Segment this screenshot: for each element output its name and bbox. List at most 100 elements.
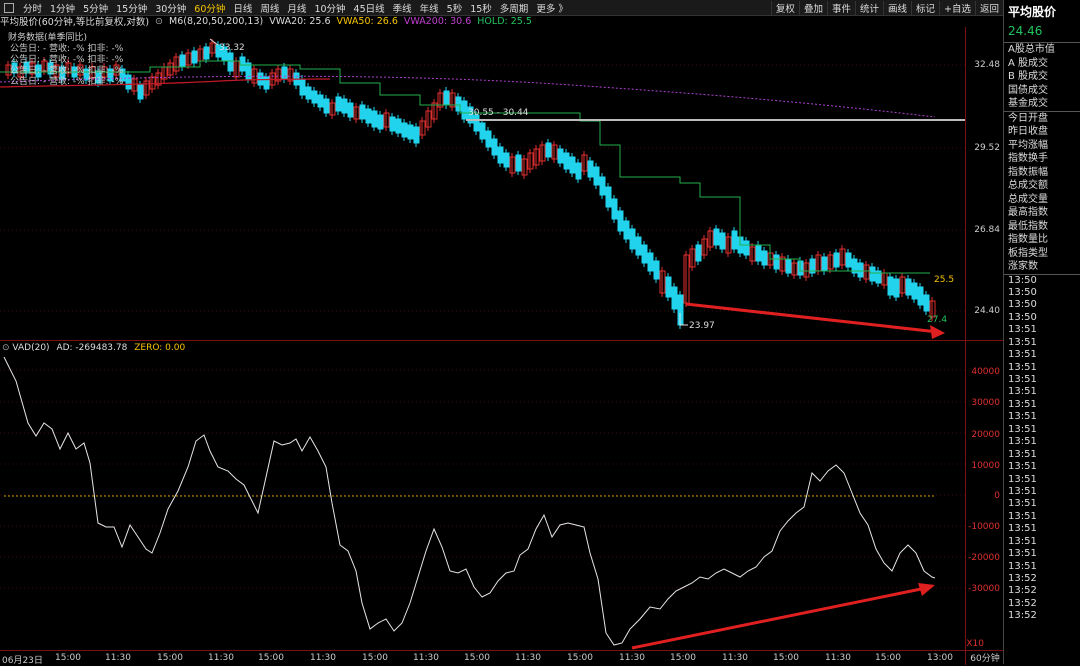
candle-body xyxy=(497,146,504,164)
hold-tag: 25.5 xyxy=(934,275,955,285)
toolbar: 分时 1分钟 5分钟 15分钟 30分钟 60分钟 日线 周线 月线 10分钟 45日线 季线 年线 5秒… xyxy=(0,0,1003,16)
financial-data-box: 财务数据(单季同比) 公告日: - 营收: -% 扣非: -% 公告日: - 营… xyxy=(8,33,124,88)
vad-legend: ⊙ VAD(20) AD: -269483.78 ZERO: 0.00 xyxy=(2,343,185,353)
time-tick: 11:30 xyxy=(515,653,541,663)
toolbar-button[interactable]: 复权 xyxy=(770,0,799,15)
vad-axis: 40000 30000 20000 10000 0 -10000 -20000 … xyxy=(965,340,1004,651)
candle-body xyxy=(413,126,420,144)
side-item[interactable]: 板指类型 xyxy=(1004,247,1080,261)
time-tick: 11:30 xyxy=(208,653,234,663)
time-tick: 15:00 xyxy=(464,653,490,663)
side-item[interactable]: 涨家数 xyxy=(1004,260,1080,274)
candle-body xyxy=(317,94,324,108)
side-item[interactable]: 总成交额 xyxy=(1004,179,1080,193)
price-tick: 24.40 xyxy=(974,306,1000,316)
toolbar-button[interactable]: 叠加 xyxy=(798,0,827,15)
timeframe-tab[interactable]: 日线 xyxy=(229,1,256,15)
timeframe-tab[interactable]: 更多 》 xyxy=(532,1,572,15)
vwa20-label: VWA20: 25.6 xyxy=(269,15,331,27)
candle-body xyxy=(821,256,828,272)
vad-line xyxy=(3,356,936,646)
timeframe-tab[interactable]: 60分钟 xyxy=(190,1,229,15)
gear-icon[interactable]: ⊙ xyxy=(155,16,163,27)
vad-chart[interactable]: ⊙ VAD(20) AD: -269483.78 ZERO: 0.00 xyxy=(0,340,965,651)
timeframe-tab[interactable]: 年线 xyxy=(416,1,443,15)
candle-body xyxy=(485,130,492,148)
candle-body xyxy=(905,278,912,296)
candle-body xyxy=(323,98,330,114)
side-item[interactable]: 基金成交 xyxy=(1004,97,1080,111)
window-menu-icon[interactable] xyxy=(4,2,14,13)
candle-body xyxy=(377,114,384,130)
candlestick-chart[interactable] xyxy=(0,27,965,340)
candle-body xyxy=(227,52,234,72)
gear-icon[interactable]: ⊙ xyxy=(2,343,10,353)
side-item[interactable]: 总成交量 xyxy=(1004,193,1080,207)
timeframe-tab[interactable]: 季线 xyxy=(389,1,416,15)
side-item[interactable]: 指数振幅 xyxy=(1004,166,1080,180)
candle-body xyxy=(557,148,564,164)
period-label: 60分钟 xyxy=(965,650,1004,665)
toolbar-button[interactable]: 标记 xyxy=(911,0,939,15)
side-time: 13:51 xyxy=(1008,510,1037,522)
timeframe-tab[interactable]: 5秒 xyxy=(443,1,467,15)
timeframe-tab[interactable]: 分时 xyxy=(19,1,46,15)
timeframe-tab[interactable]: 30分钟 xyxy=(151,1,190,15)
candle-body xyxy=(569,156,576,174)
side-time: 13:51 xyxy=(1008,485,1037,497)
vad-line-chart[interactable] xyxy=(0,341,965,651)
side-item[interactable]: 指数换手 xyxy=(1004,152,1080,166)
toolbar-button[interactable]: 事件 xyxy=(826,0,855,15)
candle-body xyxy=(311,90,318,104)
toolbar-button[interactable]: 返回 xyxy=(974,0,1003,15)
side-item[interactable]: 今日开盘 xyxy=(1004,112,1080,126)
side-item[interactable]: 最低指数 xyxy=(1004,220,1080,234)
financial-row: 公告日: - 营收: -% 扣非: -% xyxy=(10,66,124,76)
toolbar-button[interactable]: 画线 xyxy=(882,0,911,15)
toolbar-button[interactable]: 统计 xyxy=(854,0,883,15)
candle-body xyxy=(401,122,408,138)
timeframe-tab[interactable]: 5分钟 xyxy=(79,1,112,15)
candle-body xyxy=(281,66,288,80)
vad-unit: X10 xyxy=(966,639,984,649)
trend-arrow-line xyxy=(685,302,939,334)
high-annotation: 33.32 xyxy=(219,43,245,53)
candle-body xyxy=(755,244,762,262)
side-item[interactable]: 国债成交 xyxy=(1004,84,1080,98)
side-time: 13:51 xyxy=(1008,374,1037,385)
side-item[interactable]: 最高指数 xyxy=(1004,206,1080,220)
candle-body xyxy=(407,124,414,140)
vad-ad: AD: -269483.78 xyxy=(56,343,128,353)
side-item[interactable]: 昨日收盘 xyxy=(1004,125,1080,139)
timeframe-tab[interactable]: 1分钟 xyxy=(46,1,79,15)
vad-tick: 30000 xyxy=(971,398,1000,408)
time-tick: 11:30 xyxy=(722,653,748,663)
chart-title: 平均股价(60分钟,等比前复权,对数) xyxy=(0,17,150,28)
timeframe-tab[interactable]: 月线 xyxy=(283,1,310,15)
timeframe-tab[interactable]: 10分钟 xyxy=(310,1,349,15)
side-item[interactable]: 指数量比 xyxy=(1004,233,1080,247)
toolbar-button[interactable]: +自选 xyxy=(939,0,975,15)
side-time: 13:51 xyxy=(1008,324,1037,336)
timeframe-tab[interactable]: 周线 xyxy=(256,1,283,15)
side-item[interactable]: A股总市值 xyxy=(1004,43,1080,57)
candle-body xyxy=(545,142,552,158)
timeframe-tab[interactable]: 15秒 xyxy=(466,1,496,15)
side-time: 13:51 xyxy=(1008,535,1037,547)
timeframe-tab[interactable]: 多周期 xyxy=(496,1,533,15)
candle-body xyxy=(635,236,642,256)
side-item[interactable]: B 股成交 xyxy=(1004,70,1080,84)
price-chart[interactable] xyxy=(0,27,965,340)
side-time: 13:51 xyxy=(1008,448,1037,460)
candle-body xyxy=(719,232,726,250)
side-time: 13:52 xyxy=(1008,573,1037,584)
vad-tick: 0 xyxy=(994,491,1000,501)
timeframe-tab[interactable]: 45日线 xyxy=(350,1,389,15)
side-item[interactable]: A 股成交 xyxy=(1004,57,1080,71)
candle-body xyxy=(365,108,372,124)
candle-body xyxy=(869,266,876,282)
side-time: 13:50 xyxy=(1008,311,1037,323)
side-item[interactable]: 平均涨幅 xyxy=(1004,139,1080,153)
candle-body xyxy=(593,166,600,186)
timeframe-tab[interactable]: 15分钟 xyxy=(112,1,151,15)
